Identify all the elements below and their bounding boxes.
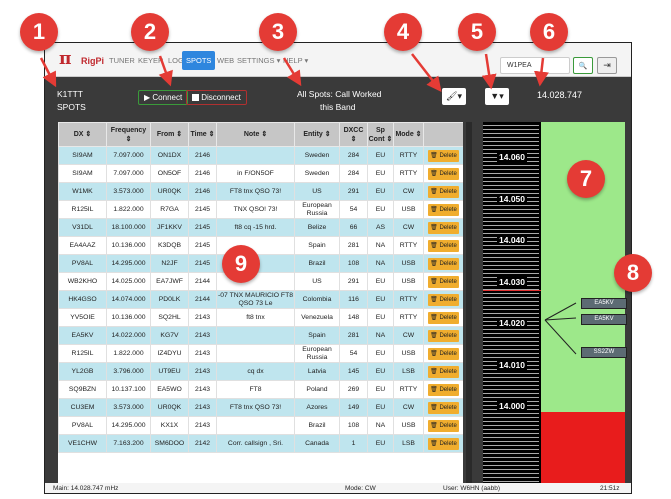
callout-4: 4 [384,13,422,51]
callout-arrows [39,53,577,355]
callout-9: 9 [222,245,260,283]
callout-3: 3 [259,13,297,51]
callout-6: 6 [530,13,568,51]
callout-8: 8 [614,254,652,292]
callout-7: 7 [567,160,605,198]
callout-2: 2 [131,13,169,51]
callout-5: 5 [458,13,496,51]
callout-1: 1 [20,13,58,51]
